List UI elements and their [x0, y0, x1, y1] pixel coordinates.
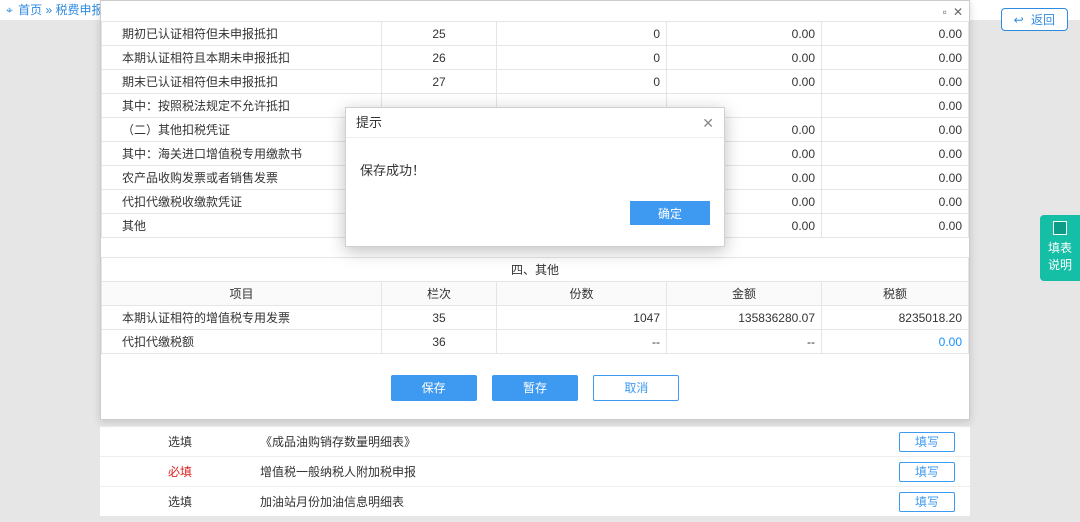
table-row: 本期认证相符的增值税专用发票351047135836280.078235018.… [102, 306, 969, 330]
cell-tax[interactable]: 0.00 [822, 118, 969, 142]
col-tax: 税额 [822, 282, 969, 306]
cell-copies[interactable]: 0 [497, 46, 667, 70]
table-row: 本期认证相符且本期未申报抵扣2600.000.00 [102, 46, 969, 70]
cell-name: （二）其他扣税凭证 [102, 118, 382, 142]
col-copies: 份数 [497, 282, 667, 306]
tag-optional: 选填 [100, 493, 260, 510]
crumb-home[interactable]: 首页 [18, 3, 42, 17]
section-header: 四、其他 [102, 258, 969, 282]
cell-name: 其他 [102, 214, 382, 238]
crumb-sep: » [45, 3, 52, 17]
cell-name: 期末已认证相符但未申报抵扣 [102, 70, 382, 94]
checklist-icon [1053, 221, 1067, 235]
fill-instructions-tab[interactable]: 填表说明 [1040, 215, 1080, 281]
alert-close-icon[interactable]: ✕ [702, 108, 714, 137]
fill-button[interactable]: 填写 [899, 432, 955, 452]
table-row: 期初已认证相符但未申报抵扣2500.000.00 [102, 22, 969, 46]
cell-tax[interactable]: 0.00 [822, 166, 969, 190]
table-row: 代扣代缴税额36----0.00 [102, 330, 969, 354]
cell-name: 本期认证相符的增值税专用发票 [102, 306, 382, 330]
return-button[interactable]: ↩ 返回 [1001, 8, 1068, 31]
cell-tax[interactable]: 0.00 [822, 214, 969, 238]
cell-name: 农产品收购发票或者销售发票 [102, 166, 382, 190]
cell-copies[interactable]: 1047 [497, 306, 667, 330]
alert-message: 保存成功！ [346, 138, 724, 201]
cell-tax[interactable]: 0.00 [822, 70, 969, 94]
cell-amount[interactable]: 0.00 [667, 46, 822, 70]
cell-tax[interactable]: 0.00 [822, 190, 969, 214]
form-name: 加油站月份加油信息明细表 [260, 493, 884, 510]
table-row: 期末已认证相符但未申报抵扣2700.000.00 [102, 70, 969, 94]
col-amount: 金额 [667, 282, 822, 306]
cell-name: 本期认证相符且本期未申报抵扣 [102, 46, 382, 70]
cell-tax[interactable]: 0.00 [822, 330, 969, 354]
location-icon: ⌖ [6, 0, 13, 20]
cell-col: 27 [382, 70, 497, 94]
cell-amount[interactable]: 135836280.07 [667, 306, 822, 330]
list-item: 必填 增值税一般纳税人附加税申报 填写 [100, 456, 970, 486]
cell-copies[interactable]: 0 [497, 70, 667, 94]
minimize-icon[interactable]: ▫ [943, 5, 947, 19]
cell-tax[interactable]: 0.00 [822, 142, 969, 166]
cell-col: 36 [382, 330, 497, 354]
cell-name: 代扣代缴税收缴款凭证 [102, 190, 382, 214]
tag-required: 必填 [100, 463, 260, 480]
tag-optional: 选填 [100, 433, 260, 450]
tempsave-button[interactable]: 暂存 [492, 375, 578, 401]
return-label: 返回 [1031, 13, 1055, 27]
cell-name: 期初已认证相符但未申报抵扣 [102, 22, 382, 46]
cell-tax[interactable]: 0.00 [822, 22, 969, 46]
cell-amount[interactable]: -- [667, 330, 822, 354]
return-icon: ↩ [1014, 13, 1024, 27]
cell-amount[interactable]: 0.00 [667, 22, 822, 46]
cell-name: 代扣代缴税额 [102, 330, 382, 354]
cell-copies[interactable]: 0 [497, 22, 667, 46]
cancel-button[interactable]: 取消 [593, 375, 679, 401]
cell-col: 35 [382, 306, 497, 330]
cell-col: 26 [382, 46, 497, 70]
fill-button[interactable]: 填写 [899, 462, 955, 482]
side-tab-label: 填表说明 [1048, 241, 1072, 272]
action-bar: 保存 暂存 取消 [101, 375, 969, 401]
cell-name: 其中：按照税法规定不允许抵扣 [102, 94, 382, 118]
cell-tax[interactable]: 0.00 [822, 46, 969, 70]
cell-tax[interactable]: 8235018.20 [822, 306, 969, 330]
cell-col: 25 [382, 22, 497, 46]
cell-tax[interactable]: 0.00 [822, 94, 969, 118]
cell-copies[interactable]: -- [497, 330, 667, 354]
alert-dialog: 提示 ✕ 保存成功！ 确定 [345, 107, 725, 247]
list-item: 选填 加油站月份加油信息明细表 填写 [100, 486, 970, 516]
save-button[interactable]: 保存 [391, 375, 477, 401]
fill-button[interactable]: 填写 [899, 492, 955, 512]
close-icon[interactable]: ✕ [953, 5, 963, 19]
form-list: 选填 《成品油购销存数量明细表》 填写 必填 增值税一般纳税人附加税申报 填写 … [100, 426, 970, 516]
cell-amount[interactable]: 0.00 [667, 70, 822, 94]
cell-name: 其中：海关进口增值税专用缴款书 [102, 142, 382, 166]
list-item: 选填 《成品油购销存数量明细表》 填写 [100, 426, 970, 456]
alert-ok-button[interactable]: 确定 [630, 201, 710, 225]
col-project: 项目 [102, 282, 382, 306]
col-index: 栏次 [382, 282, 497, 306]
window-controls: ▫ ✕ [943, 5, 963, 19]
form-name: 增值税一般纳税人附加税申报 [260, 463, 884, 480]
form-name: 《成品油购销存数量明细表》 [260, 433, 884, 450]
alert-title: 提示 [356, 108, 382, 137]
